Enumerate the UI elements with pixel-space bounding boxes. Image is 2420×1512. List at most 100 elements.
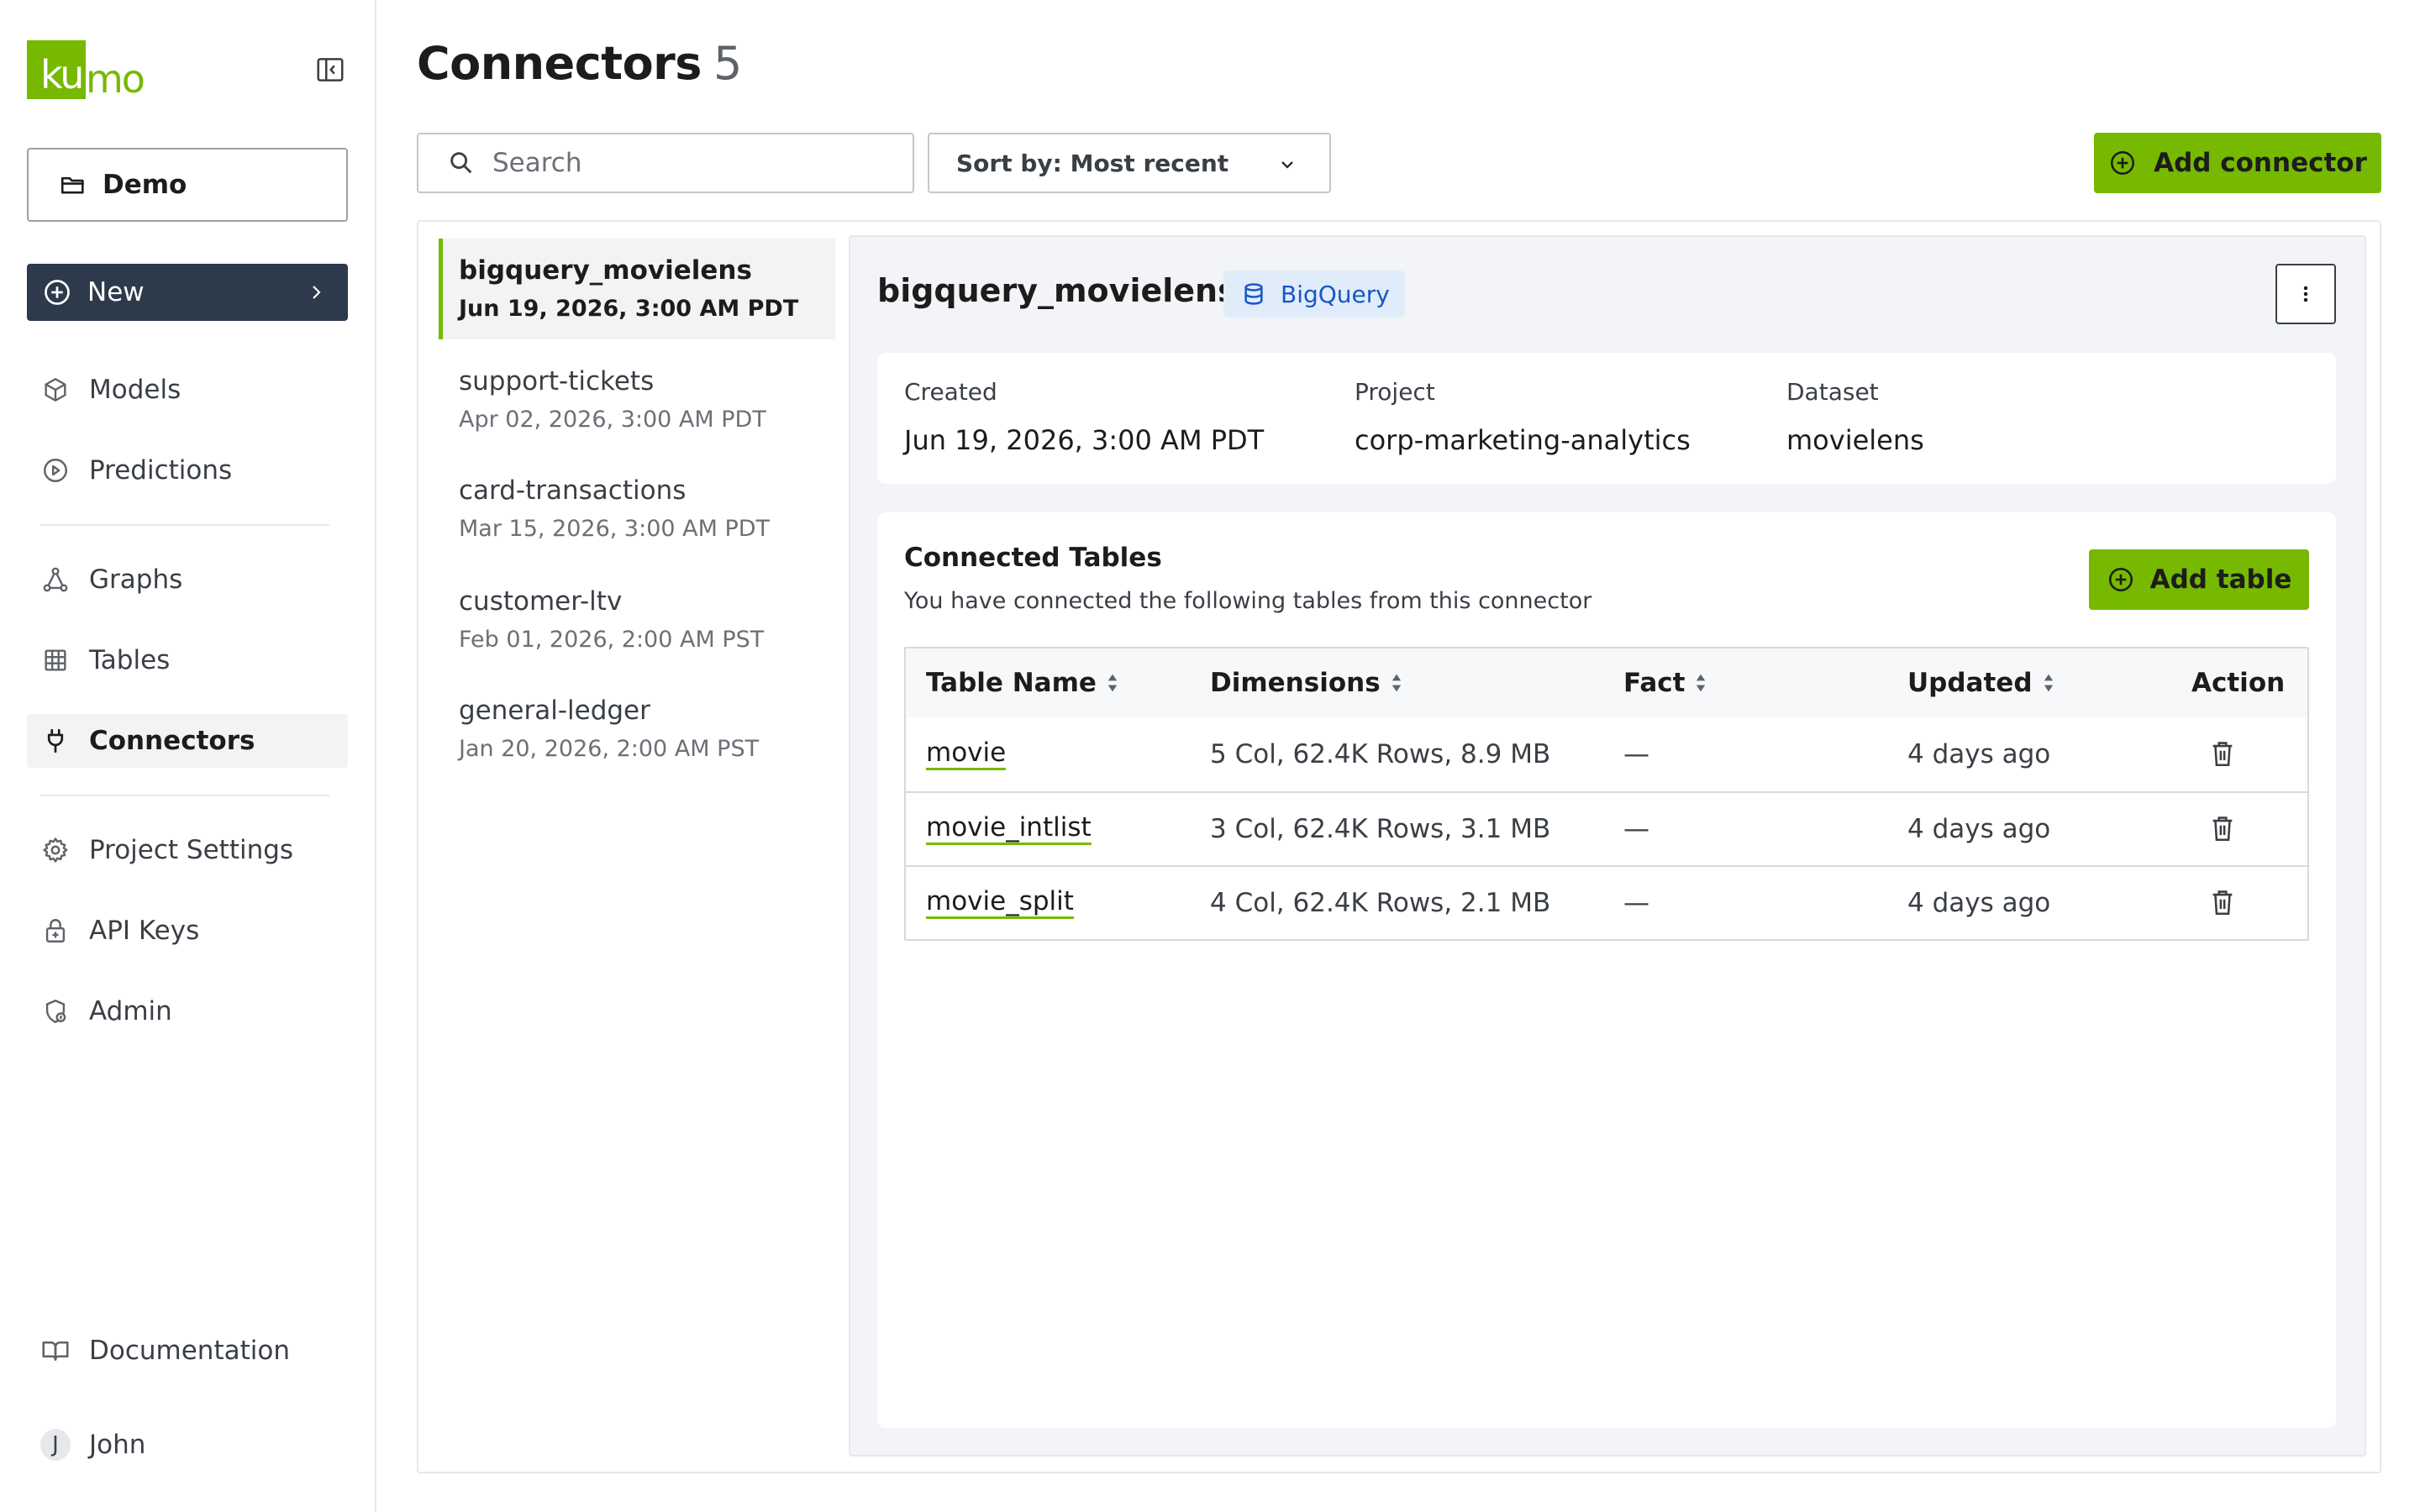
table-row: movie_intlist 3 Col, 62.4K Rows, 3.1 MB …: [906, 791, 2307, 865]
connector-list-item[interactable]: general-ledger Jan 20, 2026, 2:00 AM PST: [439, 679, 835, 780]
trash-icon: [2210, 815, 2235, 843]
nav-label: Tables: [89, 645, 171, 675]
cube-icon: [40, 375, 71, 405]
database-icon: [1240, 281, 1267, 307]
meta-value: movielens: [1786, 424, 1924, 456]
page-title: Connectors 5: [417, 37, 742, 90]
search-input[interactable]: [492, 148, 896, 178]
column-header-fact[interactable]: Fact: [1623, 668, 1707, 698]
connector-name: customer-ltv: [459, 586, 623, 617]
connector-name: support-tickets: [459, 366, 655, 396]
gear-icon: [40, 835, 71, 865]
column-header-table-name[interactable]: Table Name: [926, 668, 1118, 698]
user-name: John: [89, 1430, 146, 1460]
plus-circle-icon: [2108, 149, 2137, 177]
column-header-dimensions[interactable]: Dimensions: [1210, 668, 1402, 698]
meta-label: Project: [1355, 378, 1435, 406]
table-fact: —: [1623, 739, 1649, 769]
sort-icon: [1695, 672, 1707, 694]
column-header-action: Action: [2191, 668, 2286, 698]
folder-icon: [59, 171, 87, 199]
badge-label: BigQuery: [1281, 280, 1390, 308]
meta-project: Project corp-marketing-analytics: [1355, 378, 1691, 456]
search-icon: [447, 149, 476, 177]
add-table-label: Add table: [2149, 564, 2292, 595]
connector-name: bigquery_movielens: [459, 255, 752, 286]
connector-date: Feb 01, 2026, 2:00 AM PST: [459, 627, 765, 653]
connector-list-item[interactable]: bigquery_movielens Jun 19, 2026, 3:00 AM…: [439, 239, 835, 339]
meta-value: Jun 19, 2026, 3:00 AM PDT: [904, 424, 1265, 456]
connector-count: 5: [713, 37, 742, 90]
table-updated: 4 days ago: [1907, 739, 2051, 769]
sort-dropdown[interactable]: Sort by: Most recent: [928, 133, 1331, 193]
table-dimensions: 4 Col, 62.4K Rows, 2.1 MB: [1210, 888, 1551, 918]
sort-label: Sort by: Most recent: [956, 149, 1229, 177]
admin-shield-icon: [40, 996, 71, 1026]
connector-meta-card: Created Jun 19, 2026, 3:00 AM PDT Projec…: [877, 353, 2336, 484]
nav-divider: [40, 795, 329, 796]
nav-item-admin[interactable]: Admin: [27, 984, 348, 1038]
connector-list-item[interactable]: support-tickets Apr 02, 2026, 3:00 AM PD…: [439, 349, 835, 450]
section-subtitle: You have connected the following tables …: [904, 588, 1592, 614]
section-title: Connected Tables: [904, 543, 1162, 573]
nav-label: Graphs: [89, 564, 183, 595]
nav-item-tables[interactable]: Tables: [27, 633, 348, 687]
nav-label: API Keys: [89, 916, 200, 946]
table-updated: 4 days ago: [1907, 814, 2051, 844]
column-header-updated[interactable]: Updated: [1907, 668, 2054, 698]
add-connector-button[interactable]: Add connector: [2094, 133, 2381, 193]
sort-icon: [1391, 672, 1402, 694]
nav-label: Models: [89, 375, 182, 405]
nav-item-predictions[interactable]: Predictions: [27, 444, 348, 497]
nav-label: Connectors: [89, 726, 255, 756]
nav-divider: [40, 524, 329, 526]
plus-circle-icon: [2107, 565, 2135, 594]
user-menu[interactable]: J John: [27, 1418, 348, 1472]
nav-item-connectors[interactable]: Connectors: [27, 714, 348, 768]
meta-created: Created Jun 19, 2026, 3:00 AM PDT: [904, 378, 1264, 456]
connector-type-badge: BigQuery: [1223, 270, 1405, 318]
delete-table-button[interactable]: [2210, 740, 2235, 769]
more-options-button[interactable]: [2275, 264, 2336, 324]
table-name-link[interactable]: movie_split: [926, 886, 1074, 920]
table-dimensions: 5 Col, 62.4K Rows, 8.9 MB: [1210, 739, 1551, 769]
nav-item-project-settings[interactable]: Project Settings: [27, 823, 348, 877]
table-header-row: Table Name Dimensions Fact Updated Actio…: [906, 648, 2307, 717]
table-name-link[interactable]: movie_intlist: [926, 812, 1092, 846]
table-name-link[interactable]: movie: [926, 738, 1007, 771]
add-table-button[interactable]: Add table: [2089, 549, 2309, 610]
connector-list-item[interactable]: card-transactions Mar 15, 2026, 3:00 AM …: [439, 459, 835, 559]
nav-item-api-keys[interactable]: API Keys: [27, 904, 348, 958]
kumo-logo[interactable]: ku mo: [27, 40, 145, 102]
project-selector-button[interactable]: Demo: [27, 148, 348, 222]
connected-tables-card: Connected Tables You have connected the …: [877, 512, 2336, 1428]
graph-icon: [40, 564, 71, 595]
logo-mark: ku: [27, 40, 86, 99]
nav-item-models[interactable]: Models: [27, 363, 348, 417]
trash-icon: [2210, 740, 2235, 769]
table-updated: 4 days ago: [1907, 888, 2051, 918]
search-box[interactable]: [417, 133, 914, 193]
delete-table-button[interactable]: [2210, 889, 2235, 917]
new-button[interactable]: New: [27, 264, 348, 321]
project-name: Demo: [103, 170, 187, 200]
sort-icon: [2043, 672, 2054, 694]
meta-label: Created: [904, 378, 997, 406]
connector-list-item[interactable]: customer-ltv Feb 01, 2026, 2:00 AM PST: [439, 570, 835, 670]
book-icon: [40, 1336, 71, 1366]
connector-date: Jun 19, 2026, 3:00 AM PDT: [459, 296, 799, 322]
nav-item-graphs[interactable]: Graphs: [27, 553, 348, 606]
nav-label: Project Settings: [89, 835, 294, 865]
table-fact: —: [1623, 814, 1649, 844]
connector-name: card-transactions: [459, 475, 687, 506]
new-button-label: New: [87, 277, 145, 307]
meta-dataset: Dataset movielens: [1786, 378, 1924, 456]
collapse-sidebar-icon[interactable]: [314, 54, 346, 86]
table-row: movie_split 4 Col, 62.4K Rows, 2.1 MB — …: [906, 865, 2307, 939]
delete-table-button[interactable]: [2210, 815, 2235, 843]
play-circle-icon: [40, 455, 71, 486]
nav-item-documentation[interactable]: Documentation: [27, 1324, 348, 1378]
sidebar: ku mo Demo New Models Predictions Graphs…: [0, 0, 376, 1512]
connector-date: Apr 02, 2026, 3:00 AM PDT: [459, 407, 766, 433]
table-fact: —: [1623, 888, 1649, 918]
